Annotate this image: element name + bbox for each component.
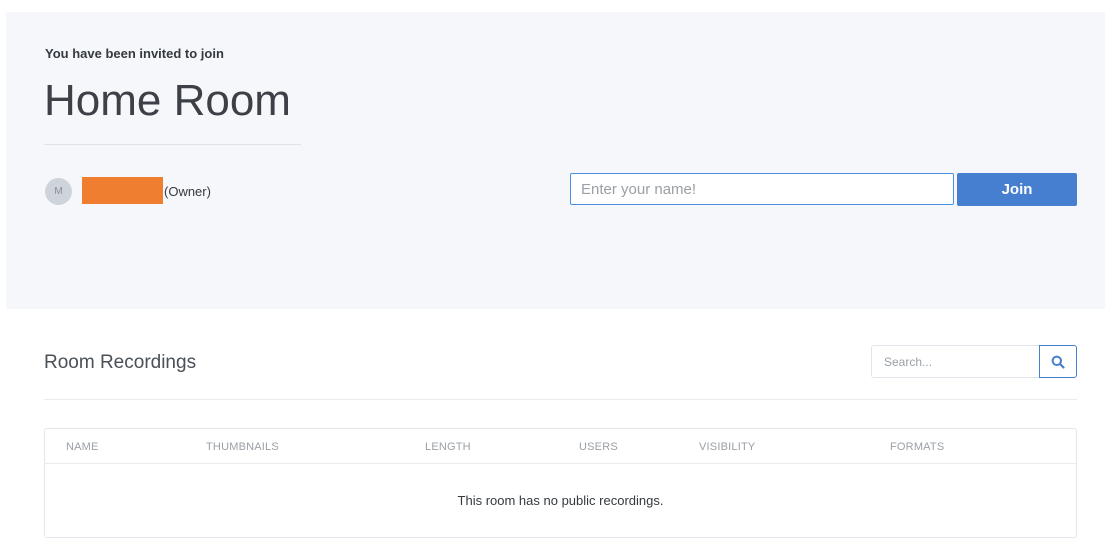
owner-role-label: (Owner)	[164, 184, 211, 199]
search-input[interactable]	[871, 345, 1039, 378]
table-header: NAME THUMBNAILS LENGTH USERS VISIBILITY …	[45, 429, 1076, 464]
column-header-name: NAME	[66, 441, 99, 453]
join-button[interactable]: Join	[957, 173, 1077, 206]
invite-message: You have been invited to join	[45, 46, 224, 61]
recordings-divider	[44, 399, 1077, 400]
owner-name-redacted	[82, 177, 163, 204]
name-input[interactable]	[570, 173, 954, 205]
recordings-table: NAME THUMBNAILS LENGTH USERS VISIBILITY …	[44, 428, 1077, 538]
search-icon	[1051, 355, 1065, 369]
title-divider	[44, 144, 301, 145]
owner-avatar: M	[45, 178, 72, 205]
column-header-visibility: VISIBILITY	[699, 441, 756, 453]
recordings-title: Room Recordings	[44, 352, 197, 373]
column-header-users: USERS	[579, 441, 618, 453]
column-header-length: LENGTH	[425, 441, 471, 453]
empty-recordings-message: This room has no public recordings.	[457, 493, 664, 508]
room-invite-panel: You have been invited to join Home Room …	[6, 12, 1105, 309]
room-title: Home Room	[44, 76, 291, 125]
column-header-thumbnails: THUMBNAILS	[206, 441, 279, 453]
search-button[interactable]	[1039, 345, 1077, 378]
column-header-formats: FORMATS	[890, 441, 945, 453]
